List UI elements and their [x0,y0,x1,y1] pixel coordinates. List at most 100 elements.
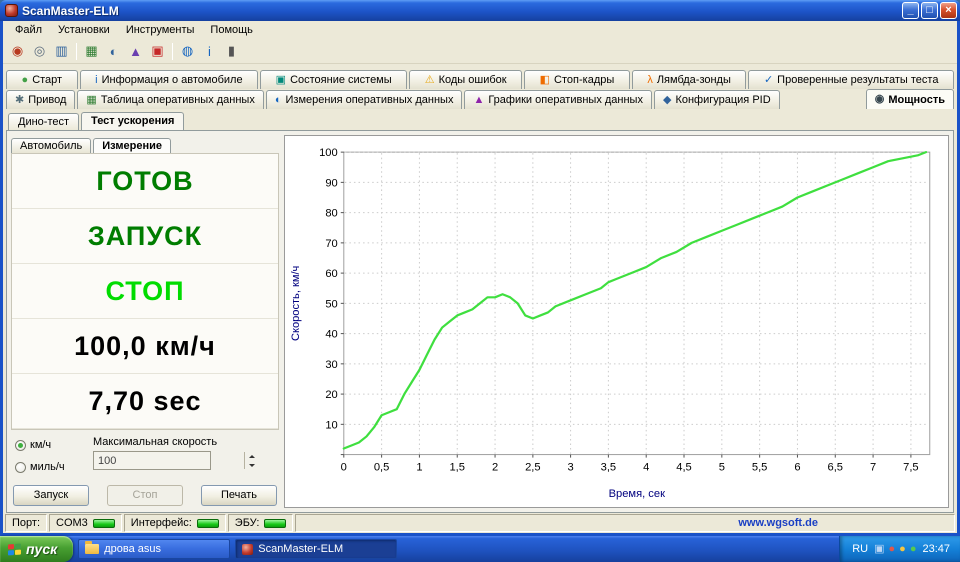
unit-kmh-radio[interactable]: км/ч [15,439,85,451]
tab-label: Состояние системы [290,74,392,86]
title-bar[interactable]: ScanMaster-ELM _ □ × [0,0,960,21]
svg-text:100: 100 [319,147,338,159]
graphs-icon[interactable]: ▲ [125,41,146,62]
menu-item[interactable]: Файл [7,23,50,37]
tab-system-status[interactable]: ▣ Состояние системы [260,70,408,89]
radio-label: км/ч [30,439,52,451]
tab-drive[interactable]: ✱ Привод [6,90,76,109]
messenger-icon[interactable]: ● [889,543,896,555]
tab-live-data-meters[interactable]: ◐ Измерения оперативных данных [265,90,463,109]
clock[interactable]: 23:47 [922,543,950,555]
minimize-button[interactable]: _ [902,2,919,19]
connect-icon[interactable]: ◉ [7,41,28,62]
tab-start[interactable]: ● Старт [6,70,78,89]
inner-tab[interactable]: Тест ускорения [81,112,185,130]
start-menu-button[interactable]: пуск [0,536,74,562]
ecu-read-icon[interactable]: ▥ [51,41,72,62]
port-label: Порт: [12,517,40,529]
start-icon: ● [21,73,29,86]
gauges-icon[interactable]: ◐ [103,41,124,62]
disconnect-icon[interactable]: ◎ [29,41,50,62]
start-test-button[interactable]: Запуск [13,484,89,506]
live-data-meters-icon: ◐ [274,93,282,106]
website-cell: www.wgsoft.de [295,514,955,532]
svg-text:1: 1 [416,462,422,474]
display-icon[interactable]: ▣ [874,543,884,555]
print-button[interactable]: Печать [201,484,277,506]
window-controls: _ □ × [902,2,957,19]
chart-panel: 10 20 30 40 50 60 70 80 90 100 0 0,5 1 1,5 2 2,5 3 3,5 4 4,… [284,135,949,508]
radio-label: миль/ч [30,461,65,473]
max-speed-spinner[interactable] [93,451,255,470]
website-link[interactable]: www.wgsoft.de [738,517,818,529]
svg-text:40: 40 [325,329,337,341]
pid-config-icon: ◆ [662,93,672,106]
car-info-icon: i [95,73,98,86]
tab-label: Старт [32,74,63,86]
live-table-icon[interactable]: ▦ [81,41,102,62]
readouts: ГОТОВ ЗАПУСК СТОП 100,0 км/ч 7,70 sec [11,153,279,430]
info-icon[interactable]: i [199,41,220,62]
dtc-icon[interactable]: ▣ [147,41,168,62]
radio-selected-icon [15,439,26,451]
unit-mph-radio[interactable]: миль/ч [15,461,85,473]
tab-live-data-table[interactable]: ▦ Таблица оперативных данных [77,90,264,109]
antivirus-icon[interactable]: ● [910,543,917,555]
tab-measurement[interactable]: Измерение [93,138,171,153]
maximize-button[interactable]: □ [921,2,938,19]
tab-vehicle[interactable]: Автомобиль [11,138,92,153]
tab-live-data-graphs[interactable]: ▲ Графики оперативных данных [464,90,652,109]
start-label: пуск [26,541,58,557]
close-button[interactable]: × [940,2,957,19]
tab-car-info[interactable]: i Информация о автомобиле [79,70,259,89]
tab-label: Проверенные результаты теста [777,74,939,86]
exit-icon[interactable]: ▮ [221,41,242,62]
update-icon[interactable]: ● [899,543,906,555]
app-window: ScanMaster-ELM _ □ × Файл Установки Инстру… [0,0,960,536]
workarea: Дино-тест Тест ускорения Автомобиль Измер… [6,111,954,513]
taskbar-item-scanmaster[interactable]: ScanMaster-ELM [235,539,398,559]
live-data-graphs-icon: ▲ [473,93,485,106]
tab-pid-config[interactable]: ◆ Конфигурация PID [653,90,780,109]
max-speed-label: Максимальная скорость [93,436,218,448]
tab-test-results[interactable]: ✓ Проверенные результаты теста [748,70,954,89]
svg-text:20: 20 [325,389,337,401]
max-speed-input[interactable] [94,452,244,469]
inner-tab-label: Тест ускорения [91,115,175,127]
tab-lambda-sensors[interactable]: λ Лямбда-зонды [631,70,747,89]
svg-text:Скорость, км/ч: Скорость, км/ч [290,265,302,341]
svg-text:50: 50 [325,298,337,310]
svg-text:1,5: 1,5 [449,462,464,474]
drive-icon: ✱ [15,93,25,106]
taskbar-item-folder[interactable]: дрова asus [78,539,231,559]
task-label: дрова asus [104,543,162,555]
radio-unselected-icon [15,461,26,473]
status-start: ЗАПУСК [12,209,278,264]
system-status-icon: ▣ [275,73,287,86]
tab-label: Автомобиль [20,140,83,152]
ecu-led [264,518,287,528]
scanmaster-icon [242,543,254,555]
svg-text:30: 30 [325,359,337,371]
tab-label: Информация о автомобиле [101,74,243,86]
speed-chart: 10 20 30 40 50 60 70 80 90 100 0 0,5 1 1,5 2 2,5 3 3,5 4 4,… [290,147,931,500]
language-indicator[interactable]: RU [852,543,868,555]
measurement-panel: Автомобиль Измерение ГОТОВ ЗАПУСК СТОП 1… [11,135,279,508]
tab-freeze-frames[interactable]: ◧ Стоп-кадры [524,70,630,89]
stop-test-button[interactable]: Стоп [107,484,183,506]
port-led [92,518,115,528]
tab-label: Таблица оперативных данных [100,94,255,106]
toolbar-separator [76,42,77,60]
inner-tab[interactable]: Дино-тест [8,113,80,130]
unit-controls: км/ч миль/ч Максимальная скорость [11,430,279,480]
svg-text:90: 90 [325,177,337,189]
tab-error-codes[interactable]: ⚠ Коды ошибок [409,70,523,89]
menu-item[interactable]: Помощь [202,23,261,37]
ecu-label: ЭБУ: [234,517,260,529]
menu-item[interactable]: Установки [50,23,118,37]
globe-icon[interactable]: ◍ [177,41,198,62]
menu-item[interactable]: Инструменты [118,23,203,37]
tab-power[interactable]: ◉ Мощность [865,89,954,109]
svg-text:5,5: 5,5 [752,462,767,474]
measurement-subtabs: Автомобиль Измерение [11,135,279,153]
